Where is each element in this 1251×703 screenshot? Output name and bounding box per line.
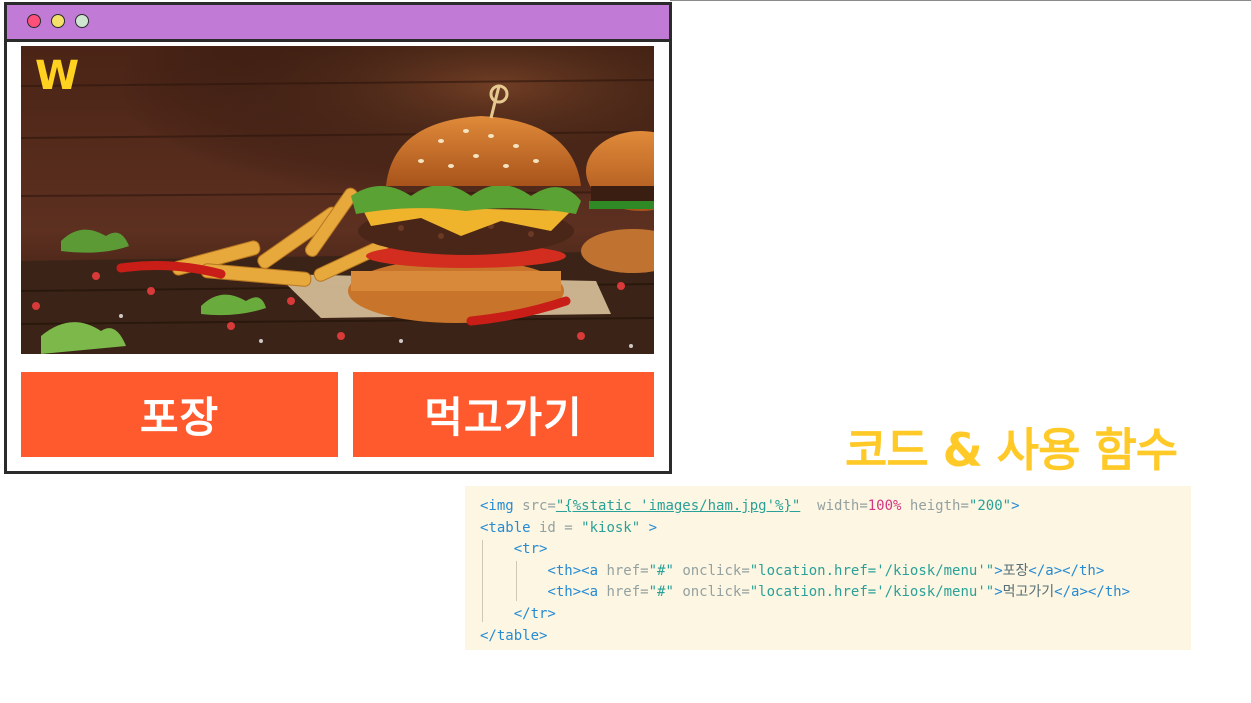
code-token: onclick= — [673, 584, 750, 601]
code-token: </tr> — [513, 605, 556, 622]
code-token: id = — [530, 519, 582, 536]
code-token: "#" — [648, 584, 674, 601]
code-token: </a></th> — [1028, 562, 1105, 579]
code-token: '/kiosk/menu' — [876, 584, 986, 601]
code-token: " — [985, 562, 995, 579]
eat-in-button[interactable]: 먹고가기 — [353, 372, 654, 457]
code-line-7: </table> — [480, 626, 1191, 648]
code-token: "location.href= — [749, 562, 877, 579]
code-line-4: <th><a href="#" onclick="location.href='… — [480, 561, 1191, 583]
brand-logo: W — [35, 53, 80, 99]
code-token: </table> — [480, 627, 548, 644]
code-token: > — [640, 519, 658, 536]
code-token: heigth= — [901, 498, 969, 514]
code-token: 100% — [867, 498, 902, 514]
code-token: <th><a — [547, 584, 599, 601]
code-token: "#" — [648, 562, 674, 579]
code-token: <table — [480, 519, 531, 536]
code-token: </a></th> — [1054, 584, 1131, 601]
code-token: href= — [598, 562, 649, 579]
minimize-dot-icon[interactable] — [51, 14, 65, 28]
code-token: '/kiosk/menu' — [876, 562, 986, 579]
close-dot-icon[interactable] — [27, 14, 41, 28]
code-token: <img — [480, 498, 514, 514]
code-line-3: <tr> — [480, 539, 1191, 561]
code-token: > — [994, 562, 1003, 579]
kiosk-browser-window: W 포장 먹고가기 — [4, 2, 672, 474]
code-token: 포장 — [1002, 562, 1029, 579]
code-line-6: </tr> — [480, 604, 1191, 626]
code-snippet: <img src="{%static 'images/ham.jpg'%}" w… — [465, 486, 1191, 650]
burger-hero-image: W — [21, 46, 654, 354]
code-token: "kiosk" — [581, 519, 641, 536]
code-token: <th><a — [547, 562, 599, 579]
code-line-1: <img src="{%static 'images/ham.jpg'%}" w… — [480, 496, 1191, 518]
section-title: 코드 & 사용 함수 — [845, 423, 1178, 477]
burger-photo-icon — [21, 46, 654, 354]
takeout-button[interactable]: 포장 — [21, 372, 338, 457]
code-token: href= — [598, 584, 649, 601]
code-line-5: <th><a href="#" onclick="location.href='… — [480, 582, 1191, 604]
code-token: " — [985, 584, 995, 601]
code-token: "location.href= — [749, 584, 877, 601]
indent-guide — [516, 561, 517, 601]
code-token: > — [1011, 498, 1020, 514]
code-token: "{%static 'images/ham.jpg'%}" — [555, 498, 801, 514]
maximize-dot-icon[interactable] — [75, 14, 89, 28]
code-token: width= — [800, 498, 868, 514]
code-token: src= — [513, 498, 556, 514]
code-token: <tr> — [513, 541, 548, 558]
code-line-2: <table id = "kiosk" > — [480, 518, 1191, 540]
window-titlebar — [7, 5, 669, 42]
indent-guide — [482, 540, 483, 622]
code-token: > — [994, 584, 1003, 601]
code-token: "200" — [968, 498, 1012, 514]
code-token: onclick= — [673, 562, 750, 579]
top-divider-line — [670, 0, 1251, 1]
code-token: 먹고가기 — [1002, 584, 1055, 601]
